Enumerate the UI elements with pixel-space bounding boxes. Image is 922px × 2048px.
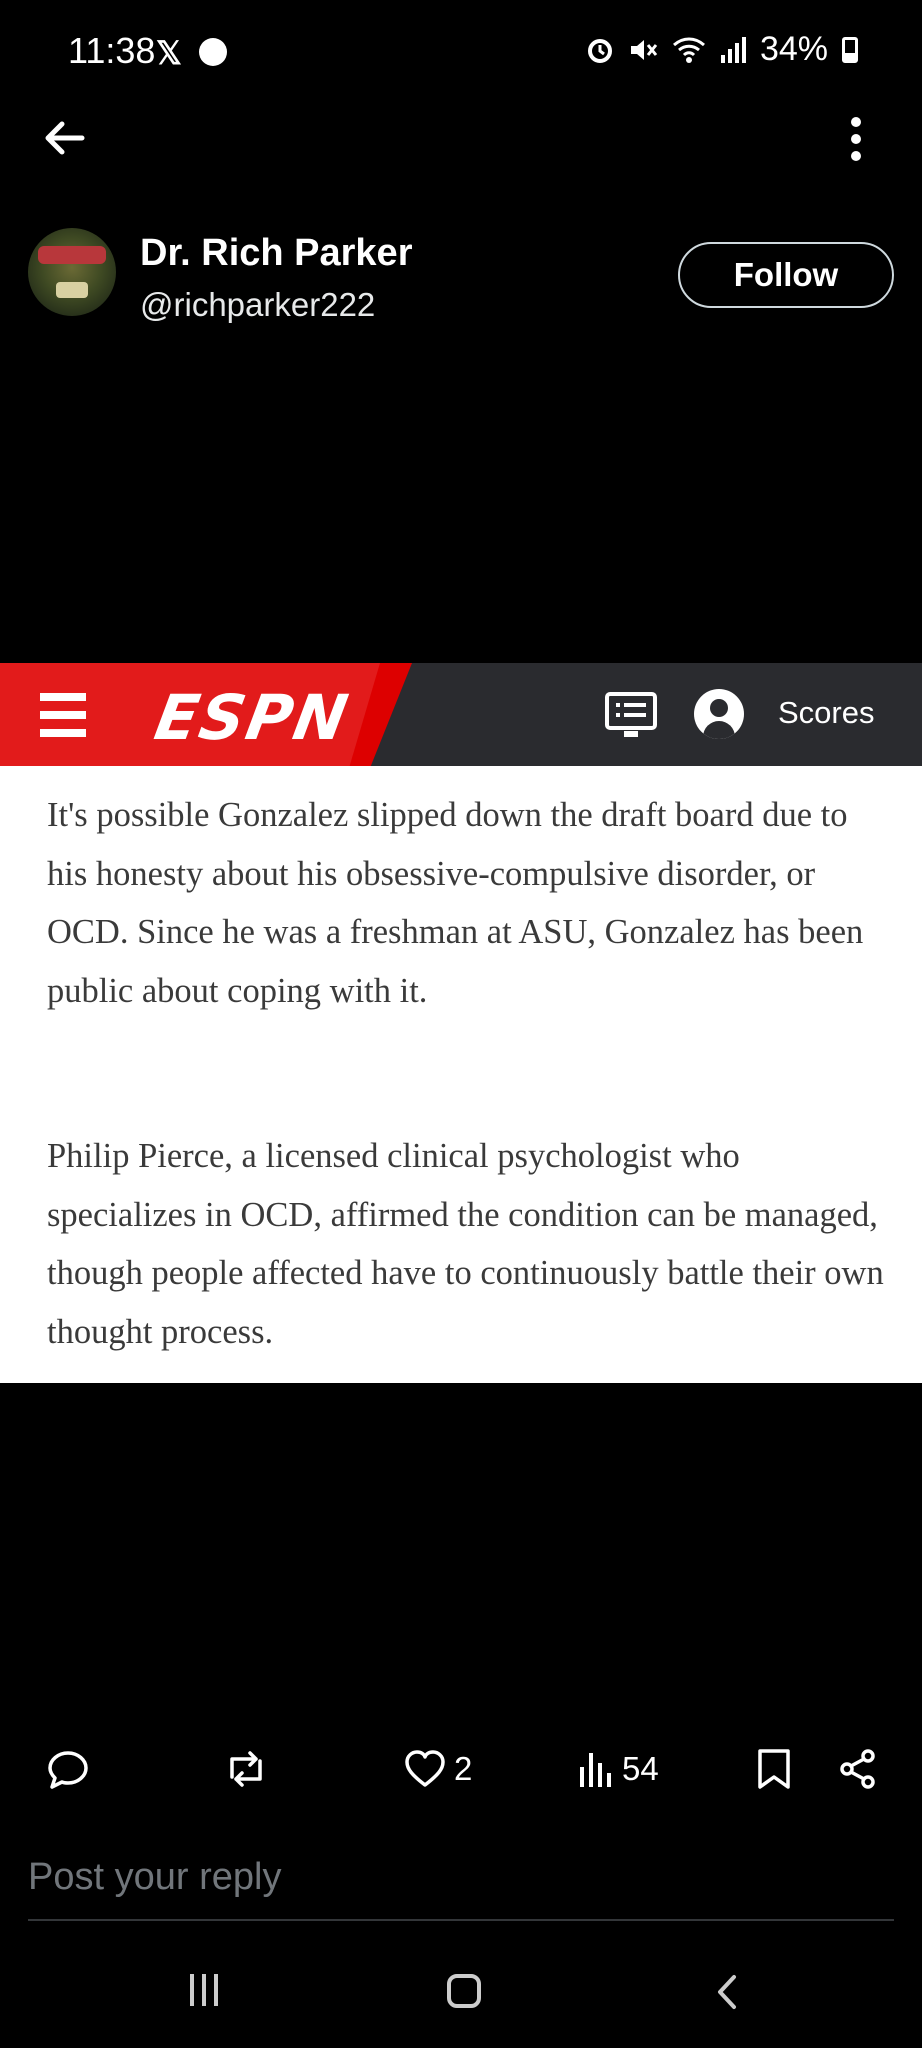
reply-divider — [28, 1919, 894, 1921]
like-button[interactable]: 2 — [404, 1744, 472, 1794]
x-icon: 𝕏 — [156, 35, 182, 71]
share-button[interactable] — [838, 1744, 878, 1794]
wifi-icon — [672, 37, 705, 63]
display-name[interactable]: Dr. Rich Parker — [140, 232, 412, 275]
bookmark-icon — [758, 1749, 790, 1789]
bookmark-button[interactable] — [756, 1744, 792, 1794]
repost-button[interactable] — [222, 1744, 270, 1794]
signal-icon — [720, 36, 746, 63]
battery-icon — [842, 36, 858, 63]
alarm-icon — [587, 38, 612, 63]
espn-logo: ESPN — [149, 681, 355, 754]
views-count: 54 — [622, 1750, 659, 1787]
heart-icon — [405, 1750, 445, 1787]
reply-input[interactable]: Post your reply — [28, 1856, 281, 1899]
espn-header-image[interactable]: ESPN Scores — [0, 663, 922, 766]
repost-icon — [230, 1751, 262, 1787]
share-icon — [840, 1749, 875, 1789]
article-excerpt-image[interactable]: It's possible Gonzalez slipped down the … — [0, 766, 922, 1383]
tv-listing-icon — [605, 692, 657, 737]
reply-button[interactable] — [46, 1744, 90, 1794]
battery-percent: 34% — [759, 30, 828, 68]
article-paragraph-1: It's possible Gonzalez slipped down the … — [47, 796, 864, 1010]
mute-icon — [630, 39, 658, 60]
views-button[interactable]: 54 — [578, 1744, 659, 1794]
status-icons: 34% — [586, 30, 858, 69]
follow-button[interactable]: Follow — [678, 242, 894, 308]
status-time: 11:38 — [68, 30, 156, 71]
back-arrow-icon[interactable] — [40, 114, 88, 162]
nav-back-icon[interactable] — [712, 1974, 742, 2010]
hamburger-menu-icon — [40, 693, 86, 737]
home-button[interactable] — [447, 1974, 481, 2008]
views-bar-chart-icon — [580, 1753, 611, 1787]
recent-apps-button[interactable] — [190, 1974, 226, 2006]
espn-scores-label: Scores — [778, 695, 875, 730]
user-handle[interactable]: @richparker222 — [140, 286, 375, 324]
more-options-icon[interactable] — [846, 116, 866, 162]
like-count: 2 — [454, 1750, 473, 1787]
messenger-icon — [199, 38, 227, 66]
user-profile-icon — [694, 689, 744, 739]
article-paragraph-2: Philip Pierce, a licensed clinical psych… — [47, 1137, 884, 1351]
reply-icon — [48, 1751, 88, 1789]
avatar[interactable] — [28, 228, 116, 316]
